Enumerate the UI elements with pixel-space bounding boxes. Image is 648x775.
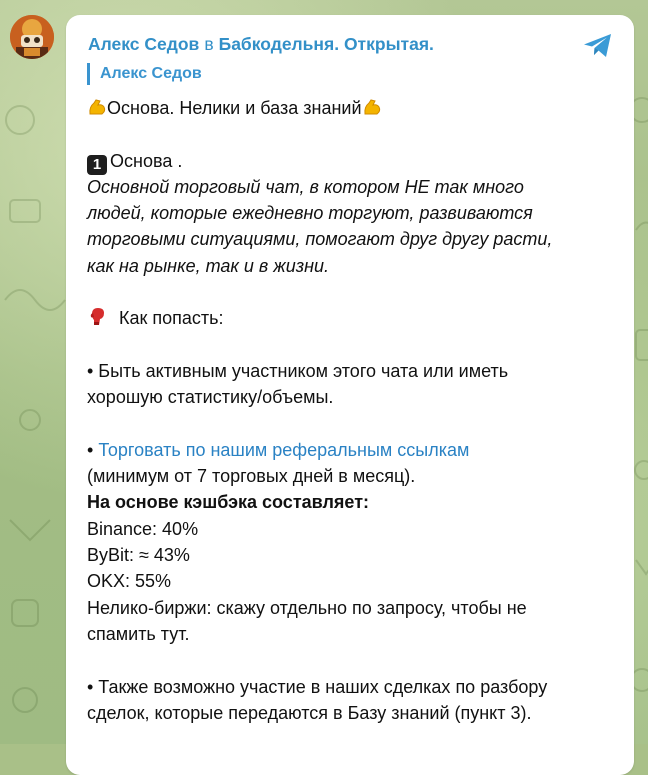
forwarded-from[interactable]: Алекс Седов [87,63,202,85]
cashback-line: ByBit: ≈ 43% [87,545,190,566]
flexed-biceps-icon [362,97,382,124]
cashback-line: OKX: 55% [87,571,172,592]
cashback-heading: На основе кэшбэка составляет: [87,492,369,513]
section1-heading: Основа . [110,150,183,171]
section1-desc-line: как на рынке, так и в жизни. [87,255,329,276]
how-to-join-line: Как попасть: [87,305,617,331]
message-text: Основа. Нелики и база знаний 1 Основа . О… [87,95,617,726]
avatar[interactable] [10,15,54,59]
bullet2-line: • Торговать по нашим реферальным ссылкам [87,437,617,463]
message-title: Основа. Нелики и база знаний [107,98,362,118]
keycap-1-icon: 1 [87,154,107,175]
avatar-image [10,15,54,59]
cashback-line: спамить тут. [87,623,190,644]
boxing-glove-icon [87,305,109,334]
share-telegram-icon[interactable] [580,27,616,63]
flexed-biceps-icon [87,97,107,124]
post-header: Алекс Седов в Бабкодельня. Открытая. [88,33,434,55]
section1-desc-line: людей, которые ежедневно торгуют, развив… [87,203,533,224]
bullet2-rest: (минимум от 7 торговых дней в месяц). [87,466,416,487]
bullet3-line: • Также возможно участие в наших сделках… [87,676,548,697]
bullet1-line: • Быть активным участником этого чата ил… [87,360,509,381]
section1-heading-line: 1 Основа . [87,148,617,175]
bullet2-prefix: • [87,439,99,460]
referral-links-link[interactable]: Торговать по нашим реферальным ссылкам [98,440,469,460]
section1-desc-line: Основной торговый чат, в котором НЕ так … [87,176,524,197]
in-word: в [204,34,214,54]
message-bubble: Алекс Седов в Бабкодельня. Открытая. Алекс… [66,15,634,775]
section1-desc-line: торговыми ситуациями, помогают друг друг… [87,229,553,250]
channel-name[interactable]: Бабкодельня. Открытая. [219,34,434,54]
cashback-line: Нелико-биржи: скажу отдельно по запросу,… [87,597,527,618]
cashback-line: Binance: 40% [87,518,199,539]
author-name[interactable]: Алекс Седов [88,34,199,54]
message-title-line: Основа. Нелики и база знаний [87,95,617,121]
bullet3-line: сделок, которые передаются в Базу знаний… [87,702,532,723]
bullet1-line: хорошую статистику/объемы. [87,387,334,408]
how-to-join: Как попасть: [119,308,224,329]
